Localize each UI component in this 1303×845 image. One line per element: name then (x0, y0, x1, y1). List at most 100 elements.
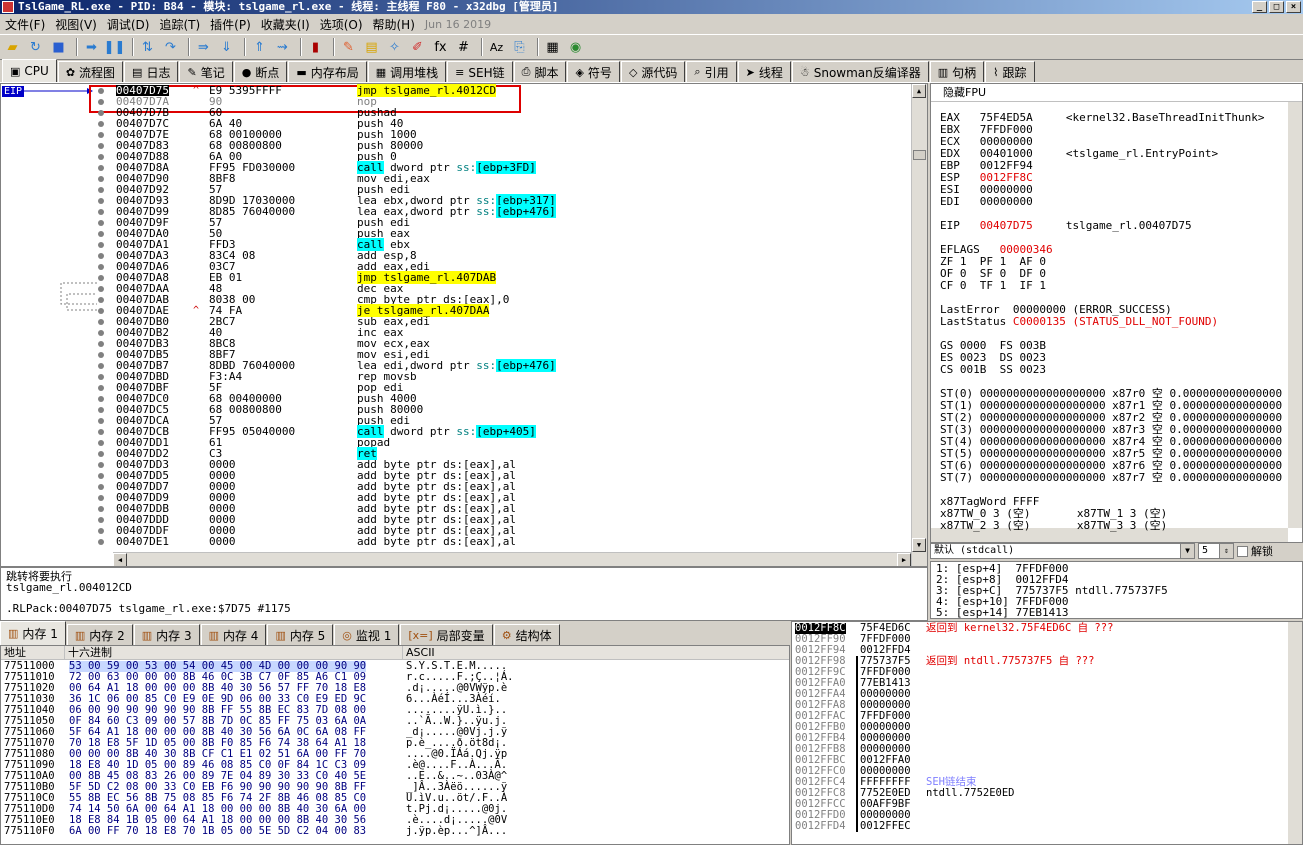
breakpoint-dot[interactable] (98, 308, 104, 314)
tab-snowman[interactable]: ☃ Snowman反编译器 (791, 61, 929, 82)
breakpoint-dot[interactable] (98, 451, 104, 457)
close-button[interactable]: × (1286, 1, 1301, 13)
tab-graph[interactable]: ✿ 流程图 (57, 61, 124, 82)
breakpoint-dot[interactable] (98, 484, 104, 490)
trace-into-icon[interactable]: ⇛ (194, 38, 213, 57)
breakpoint-dot[interactable] (98, 154, 104, 160)
minimize-button[interactable]: _ (1252, 1, 1267, 13)
registers-scrollbar[interactable] (1288, 102, 1302, 528)
step-into-icon[interactable]: ⇅ (138, 38, 157, 57)
run-to-user-code-icon[interactable]: ⇝ (273, 38, 292, 57)
menu-view[interactable]: 视图(V) (50, 16, 102, 33)
breakpoint-dot[interactable] (98, 418, 104, 424)
hash-icon[interactable]: # (454, 38, 473, 57)
breakpoint-dot[interactable] (98, 341, 104, 347)
breakpoint-dot[interactable] (98, 517, 104, 523)
dump-tab-4[interactable]: ▥ 内存 4 (200, 624, 267, 645)
register-line[interactable]: CS 001B SS 0023 (940, 364, 1046, 376)
breakpoint-dot[interactable] (98, 99, 104, 105)
dump-header-ascii[interactable]: ASCII (403, 646, 789, 660)
globe-icon[interactable]: ◉ (566, 38, 585, 57)
register-line[interactable]: CF 0 TF 1 IF 1 (940, 280, 1046, 292)
tab-breakpoint[interactable]: ● 断点 (233, 61, 288, 82)
dump-hex[interactable]: 6A 00 FF 70 18 E8 70 1B 05 00 5E 5D C2 0… (69, 826, 366, 837)
breakpoint-dot[interactable] (98, 385, 104, 391)
chevron-down-icon[interactable]: ▼ (1180, 544, 1194, 558)
disasm-vertical-scrollbar[interactable]: ▲ ▼ (911, 84, 927, 566)
trace-over-icon[interactable]: ⇓ (217, 38, 236, 57)
breakpoint-dot[interactable] (98, 286, 104, 292)
breakpoint-dot[interactable] (98, 121, 104, 127)
register-line[interactable]: LastStatus C0000135 (STATUS_DLL_NOT_FOUN… (940, 316, 1218, 328)
breakpoint-dot[interactable] (98, 462, 104, 468)
calculator-icon[interactable]: ▦ (543, 38, 562, 57)
stack-view[interactable]: 0012FF8C 75F4ED6C 返回到 kernel32.75F4ED6C 自 … (791, 621, 1303, 845)
menu-help[interactable]: 帮助(H) (368, 16, 420, 33)
breakpoint-dot[interactable] (98, 110, 104, 116)
tab-script[interactable]: ⎙ 脚本 (513, 61, 567, 82)
stack-value[interactable]: 0012FFEC (860, 821, 911, 832)
tab-call-stack[interactable]: ▦ 调用堆栈 (367, 61, 447, 82)
breakpoint-dot[interactable] (98, 429, 104, 435)
hide-fpu-toggle[interactable]: 隐藏FPU (931, 84, 1302, 102)
tab-trace[interactable]: ⌇ 跟踪 (985, 61, 1035, 82)
breakpoint-dot[interactable] (98, 440, 104, 446)
menu-plugins[interactable]: 插件(P) (205, 16, 256, 33)
font-icon[interactable]: Az (487, 38, 506, 57)
stack-arguments-view[interactable]: 1: [esp+4] 7FFDF000 2: [esp+8] 0012FFD4 3:… (930, 561, 1303, 619)
menu-favourites[interactable]: 收藏夹(I) (256, 16, 315, 33)
scroll-down-icon[interactable]: ▼ (912, 538, 926, 552)
arg-count-spinner[interactable]: 5 ⇕ (1198, 543, 1234, 559)
restart-icon[interactable]: ↻ (26, 38, 45, 57)
scroll-up-icon[interactable]: ▲ (912, 84, 926, 98)
breakpoint-dot[interactable] (98, 220, 104, 226)
dump-ascii[interactable]: j.ÿp.èp...^]Â... (406, 826, 507, 837)
breakpoint-dot[interactable] (98, 330, 104, 336)
menu-options[interactable]: 选项(O) (315, 16, 368, 33)
label-icon[interactable]: ✧ (385, 38, 404, 57)
pause-icon[interactable]: ❚❚ (104, 38, 126, 57)
scroll-thumb[interactable] (913, 150, 926, 160)
breakpoint-dot[interactable] (98, 407, 104, 413)
open-icon[interactable]: ▰ (3, 38, 22, 57)
disasm-horizontal-scrollbar[interactable]: ◀ ▶ (113, 552, 911, 566)
spinner-icon[interactable]: ⇕ (1219, 544, 1233, 558)
register-line[interactable]: ST(7) 0000000000000000000 x87r7 空 0.0000… (940, 472, 1282, 484)
breakpoint-dot[interactable] (98, 165, 104, 171)
scroll-left-icon[interactable]: ◀ (113, 553, 127, 566)
stop-icon[interactable]: ■ (49, 38, 68, 57)
comment-icon[interactable]: ▤ (362, 38, 381, 57)
tab-memory-map[interactable]: ▬ 内存布局 (288, 61, 367, 82)
disasm-row[interactable]: 00407DE1 0000 add byte ptr ds:[eax],al (1, 536, 911, 547)
stack-scrollbar[interactable] (1288, 622, 1302, 844)
breakpoint-dot[interactable] (98, 374, 104, 380)
calling-convention-select[interactable]: 默认 (stdcall) ▼ (930, 543, 1195, 559)
breakpoint-dot[interactable] (98, 198, 104, 204)
scylla-icon[interactable]: ▮ (306, 38, 325, 57)
patch-icon[interactable]: ✎ (339, 38, 358, 57)
step-over-icon[interactable]: ↷ (161, 38, 180, 57)
dump-tab-6[interactable]: ◎ 监视 1 (334, 624, 400, 645)
breakpoint-dot[interactable] (98, 473, 104, 479)
dump-tab-2[interactable]: ▥ 内存 2 (66, 624, 133, 645)
tab-source[interactable]: ◇ 源代码 (620, 61, 686, 82)
breakpoint-dot[interactable] (98, 495, 104, 501)
breakpoint-dot[interactable] (98, 264, 104, 270)
dump-header-address[interactable]: 地址 (1, 646, 65, 660)
tab-seh[interactable]: ≡ SEH链 (447, 61, 513, 82)
menu-debug[interactable]: 调试(D) (102, 16, 155, 33)
breakpoint-dot[interactable] (98, 363, 104, 369)
breakpoint-dot[interactable] (98, 176, 104, 182)
maximize-button[interactable]: □ (1269, 1, 1284, 13)
breakpoint-dot[interactable] (98, 352, 104, 358)
dump-tab-1[interactable]: ▥ 内存 1 (0, 621, 66, 645)
tab-cpu[interactable]: ▣ CPU (2, 59, 57, 82)
breakpoint-dot[interactable] (98, 253, 104, 259)
disassembly-view[interactable]: EIP ▲ ▼ ◀ ▶ 00407D75 ^ E9 5395FFFF jmp tslg… (0, 83, 928, 567)
registers-view[interactable]: 隐藏FPU EAX 75F4ED5A <kernel32.BaseThreadI… (930, 83, 1303, 543)
menu-trace[interactable]: 追踪(T) (154, 16, 205, 33)
breakpoint-dot[interactable] (98, 319, 104, 325)
dump-tab-5[interactable]: ▥ 内存 5 (267, 624, 334, 645)
breakpoint-dot[interactable] (98, 231, 104, 237)
dump-tab-8[interactable]: ⚙ 结构体 (493, 624, 560, 645)
